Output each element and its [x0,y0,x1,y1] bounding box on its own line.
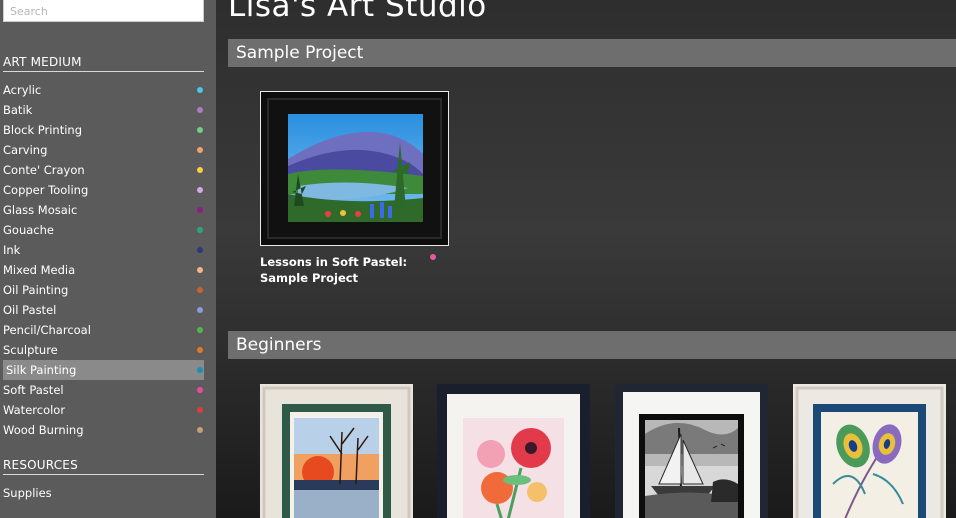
main-content: Lisa's Art Studio Sample Project Lessons… [216,0,956,518]
color-dot [197,167,203,173]
color-dot [197,87,203,93]
sidebar-item-label: Batik [3,103,33,117]
sidebar-item-label: Watercolor [3,403,66,417]
color-dot [197,407,203,413]
section-heading-beginners: Beginners [228,331,956,359]
sidebar-item-glass-mosaic[interactable]: Glass Mosaic [3,200,204,220]
soft-pastel-color-dot [430,254,436,260]
sidebar-item-label: Gouache [3,223,54,237]
color-dot [197,367,203,373]
color-dot [197,227,203,233]
sidebar-item-ink[interactable]: Ink [3,240,204,260]
color-dot [197,147,203,153]
landscape-painting-image [288,114,423,222]
color-dot [197,207,203,213]
sidebar-item-sculpture[interactable]: Sculpture [3,340,204,360]
sidebar-item-gouache[interactable]: Gouache [3,220,204,240]
sidebar: ART MEDIUM Acrylic Batik Block Printing … [0,0,216,518]
sailboat-charcoal-image [615,384,768,518]
art-medium-heading: ART MEDIUM [3,55,204,72]
sidebar-item-batik[interactable]: Batik [3,100,204,120]
sidebar-item-watercolor[interactable]: Watercolor [3,400,204,420]
sidebar-item-conte-crayon[interactable]: Conte' Crayon [3,160,204,180]
project-thumbnail[interactable] [260,91,449,246]
sidebar-item-oil-pastel[interactable]: Oil Pastel [3,300,204,320]
art-medium-list: Acrylic Batik Block Printing Carving Con… [0,80,216,440]
sidebar-item-label: Wood Burning [3,423,84,437]
sidebar-item-label: Pencil/Charcoal [3,323,91,337]
sidebar-item-label: Mixed Media [3,263,76,277]
site-title: Lisa's Art Studio [228,0,487,24]
sidebar-item-label: Conte' Crayon [3,163,85,177]
sidebar-item-block-printing[interactable]: Block Printing [3,120,204,140]
color-dot [197,247,203,253]
color-dot [197,387,203,393]
sunset-watercolor-image [260,384,413,518]
project-thumbnail[interactable] [260,384,413,518]
color-dot [197,107,203,113]
sidebar-item-wood-burning[interactable]: Wood Burning [3,420,204,440]
search-input[interactable] [3,0,204,22]
sidebar-item-copper-tooling[interactable]: Copper Tooling [3,180,204,200]
sidebar-item-carving[interactable]: Carving [3,140,204,160]
color-dot [197,327,203,333]
resources-heading: RESOURCES [3,458,204,475]
project-thumbnail[interactable] [793,384,946,518]
color-dot [197,127,203,133]
sidebar-item-label: Block Printing [3,123,82,137]
project-caption[interactable]: Lessons in Soft Pastel: Sample Project [260,254,420,286]
peacock-feather-image [793,384,946,518]
color-dot [197,267,203,273]
color-dot [197,187,203,193]
color-dot [197,287,203,293]
sidebar-item-mixed-media[interactable]: Mixed Media [3,260,204,280]
color-dot [197,347,203,353]
sidebar-item-label: Soft Pastel [3,383,64,397]
sidebar-item-soft-pastel[interactable]: Soft Pastel [3,380,204,400]
poppy-flowers-image [437,384,590,518]
sidebar-item-label: Oil Pastel [3,303,57,317]
color-dot [197,427,203,433]
sidebar-item-label: Ink [3,243,21,257]
sidebar-item-label: Carving [3,143,48,157]
sidebar-item-label: Glass Mosaic [3,203,78,217]
sidebar-item-label: Oil Painting [3,283,69,297]
sidebar-item-supplies[interactable]: Supplies [3,484,52,502]
sidebar-item-oil-painting[interactable]: Oil Painting [3,280,204,300]
sidebar-item-silk-painting[interactable]: Silk Painting [3,360,204,380]
color-dot [197,307,203,313]
section-heading-sample-project: Sample Project [228,39,956,67]
sidebar-item-label: Copper Tooling [3,183,89,197]
sidebar-item-label: Silk Painting [6,363,77,377]
project-thumbnail[interactable] [437,384,590,518]
sidebar-item-label: Sculpture [3,343,58,357]
project-thumbnail[interactable] [615,384,768,518]
sidebar-item-acrylic[interactable]: Acrylic [3,80,204,100]
sidebar-item-pencil-charcoal[interactable]: Pencil/Charcoal [3,320,204,340]
sidebar-item-label: Acrylic [3,83,42,97]
